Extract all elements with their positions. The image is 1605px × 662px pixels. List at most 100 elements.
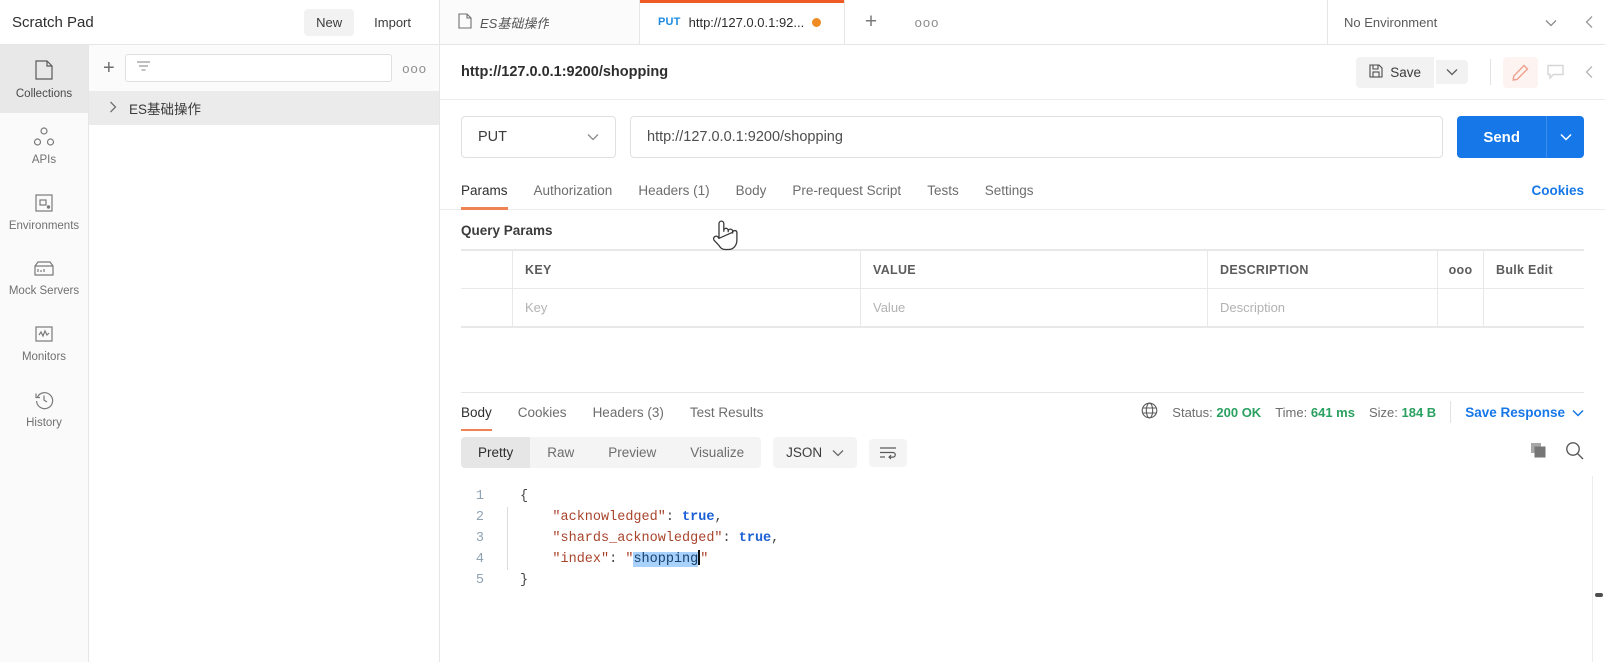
comments-button[interactable] xyxy=(1538,57,1573,87)
sidebar-item-history[interactable]: History xyxy=(0,376,88,442)
response-scrollbar[interactable] xyxy=(1592,476,1605,662)
tab-put-request[interactable]: PUT http://127.0.0.1:92... xyxy=(640,0,845,44)
code-line: 2 "acknowledged": true, xyxy=(440,507,1605,528)
response-format-select[interactable]: JSON xyxy=(773,437,858,468)
size-label: Size: xyxy=(1368,404,1398,420)
sidebar-item-monitors[interactable]: Monitors xyxy=(0,310,88,376)
response-tab-test-results[interactable]: Test Results xyxy=(690,393,764,431)
monitors-icon xyxy=(34,324,54,344)
apis-icon xyxy=(33,127,55,147)
tab-strip: ES基础操作 PUT http://127.0.0.1:92... + ooo xyxy=(440,0,1328,44)
http-method-select[interactable]: PUT xyxy=(461,116,616,158)
history-icon xyxy=(34,390,54,410)
fold-gutter xyxy=(498,549,520,570)
environment-label: No Environment xyxy=(1344,14,1438,30)
add-collection-button[interactable]: + xyxy=(103,58,115,78)
line-number: 1 xyxy=(475,489,484,504)
view-mode-pretty[interactable]: Pretty xyxy=(461,437,531,468)
request-header: http://127.0.0.1:9200/shopping Save xyxy=(440,45,1605,100)
copy-icon[interactable] xyxy=(1530,442,1547,464)
tab-headers[interactable]: Headers (1) xyxy=(638,172,709,210)
bulk-edit-button[interactable]: Bulk Edit xyxy=(1484,251,1584,288)
tab-body[interactable]: Body xyxy=(736,172,767,210)
filter-icon xyxy=(136,59,151,77)
sidebar-item-label: Collections xyxy=(15,88,73,100)
response-scrollbar-thumb[interactable] xyxy=(1595,593,1603,597)
code-line: 1 { xyxy=(440,486,1605,507)
tab-overflow-button[interactable]: ooo xyxy=(897,0,957,44)
tab-authorization[interactable]: Authorization xyxy=(534,172,613,210)
pane-collapse-button[interactable] xyxy=(1573,65,1605,79)
sidebar-item-apis[interactable]: APIs xyxy=(0,113,88,179)
code-line: 4 "index": "shopping " xyxy=(440,549,1605,570)
send-button[interactable]: Send xyxy=(1457,116,1546,158)
status-label: Status: xyxy=(1172,404,1213,420)
wrap-lines-button[interactable] xyxy=(869,438,908,467)
collections-more-button[interactable]: ooo xyxy=(402,61,427,76)
save-button[interactable]: Save xyxy=(1356,56,1434,88)
code-text: "index": "shopping " xyxy=(520,550,709,567)
chevron-down-icon xyxy=(1572,405,1584,420)
sidebar-item-label: History xyxy=(26,417,62,429)
new-button[interactable]: New xyxy=(304,8,355,36)
cookies-link[interactable]: Cookies xyxy=(1531,183,1584,198)
response-format-value: JSON xyxy=(786,445,823,460)
save-options-button[interactable] xyxy=(1436,60,1468,84)
tab-pre-request-script[interactable]: Pre-request Script xyxy=(792,172,901,210)
tab-label: ES基础操作 xyxy=(480,15,550,31)
sidebar-item-collections[interactable]: Collections xyxy=(0,45,88,113)
tab-settings[interactable]: Settings xyxy=(985,172,1034,210)
line-number: 4 xyxy=(475,552,484,567)
response-tabs: Body Cookies Headers (3) Test Results St… xyxy=(440,393,1605,431)
tab-params[interactable]: Params xyxy=(461,172,508,210)
top-bar: Scratch Pad New Import ES基础操作 PUT http:/… xyxy=(0,0,1605,45)
main-area: Collections APIs Environments Mock Serve… xyxy=(0,45,1605,662)
send-options-button[interactable] xyxy=(1546,116,1584,158)
response-tab-headers[interactable]: Headers (3) xyxy=(593,393,664,431)
collections-empty-area xyxy=(89,125,439,662)
workspace-header: Scratch Pad New Import xyxy=(0,0,440,44)
search-icon[interactable] xyxy=(1565,441,1584,465)
collection-item-es-basics[interactable]: ES基础操作 xyxy=(89,91,439,125)
environment-selector[interactable]: No Environment xyxy=(1328,0,1573,44)
row-description-input[interactable]: Description xyxy=(1208,289,1438,326)
header-value: VALUE xyxy=(861,251,1208,288)
line-number: 5 xyxy=(475,573,484,588)
url-input[interactable]: http://127.0.0.1:9200/shopping xyxy=(630,116,1444,158)
import-button[interactable]: Import xyxy=(362,9,423,36)
collections-icon xyxy=(34,59,54,81)
view-mode-raw[interactable]: Raw xyxy=(530,437,591,468)
save-button-label: Save xyxy=(1390,64,1421,80)
collections-filter-input[interactable] xyxy=(124,54,393,82)
sidebar-item-label: Mock Servers xyxy=(8,285,80,297)
header-divider xyxy=(1490,59,1491,85)
fold-gutter xyxy=(498,486,520,507)
new-tab-button[interactable]: + xyxy=(845,0,897,44)
table-row: Key Value Description xyxy=(461,289,1584,327)
row-spacer-cell xyxy=(1438,289,1484,326)
row-value-input[interactable]: Value xyxy=(861,289,1208,326)
chevron-down-icon xyxy=(1545,15,1557,30)
environment-quicklook-button[interactable] xyxy=(1573,0,1605,44)
chevron-right-icon[interactable] xyxy=(109,101,117,116)
row-checkbox-cell[interactable] xyxy=(461,289,513,326)
collections-panel: + ooo ES基础操作 xyxy=(89,45,440,662)
send-group: Send xyxy=(1457,116,1584,158)
selected-text: shopping xyxy=(633,552,699,567)
tab-es-basics[interactable]: ES基础操作 xyxy=(440,0,640,44)
edit-request-button[interactable] xyxy=(1503,56,1538,88)
view-mode-visualize[interactable]: Visualize xyxy=(673,437,761,468)
code-text: "acknowledged": true, xyxy=(520,510,723,525)
tab-tests[interactable]: Tests xyxy=(927,172,959,210)
response-tab-cookies[interactable]: Cookies xyxy=(518,393,567,431)
view-mode-preview[interactable]: Preview xyxy=(591,437,673,468)
meta-divider xyxy=(1450,401,1452,423)
row-key-input[interactable]: Key xyxy=(513,289,861,326)
response-tab-body[interactable]: Body xyxy=(461,393,492,431)
sidebar-item-environments[interactable]: Environments xyxy=(0,179,88,245)
save-response-button[interactable]: Save Response xyxy=(1465,405,1584,420)
sidebar-item-mock-servers[interactable]: Mock Servers xyxy=(0,245,88,310)
table-more-button[interactable]: ooo xyxy=(1438,251,1484,288)
response-body-viewer[interactable]: 1 { 2 "acknowledged": true, 3 "shards_ac… xyxy=(440,476,1605,662)
